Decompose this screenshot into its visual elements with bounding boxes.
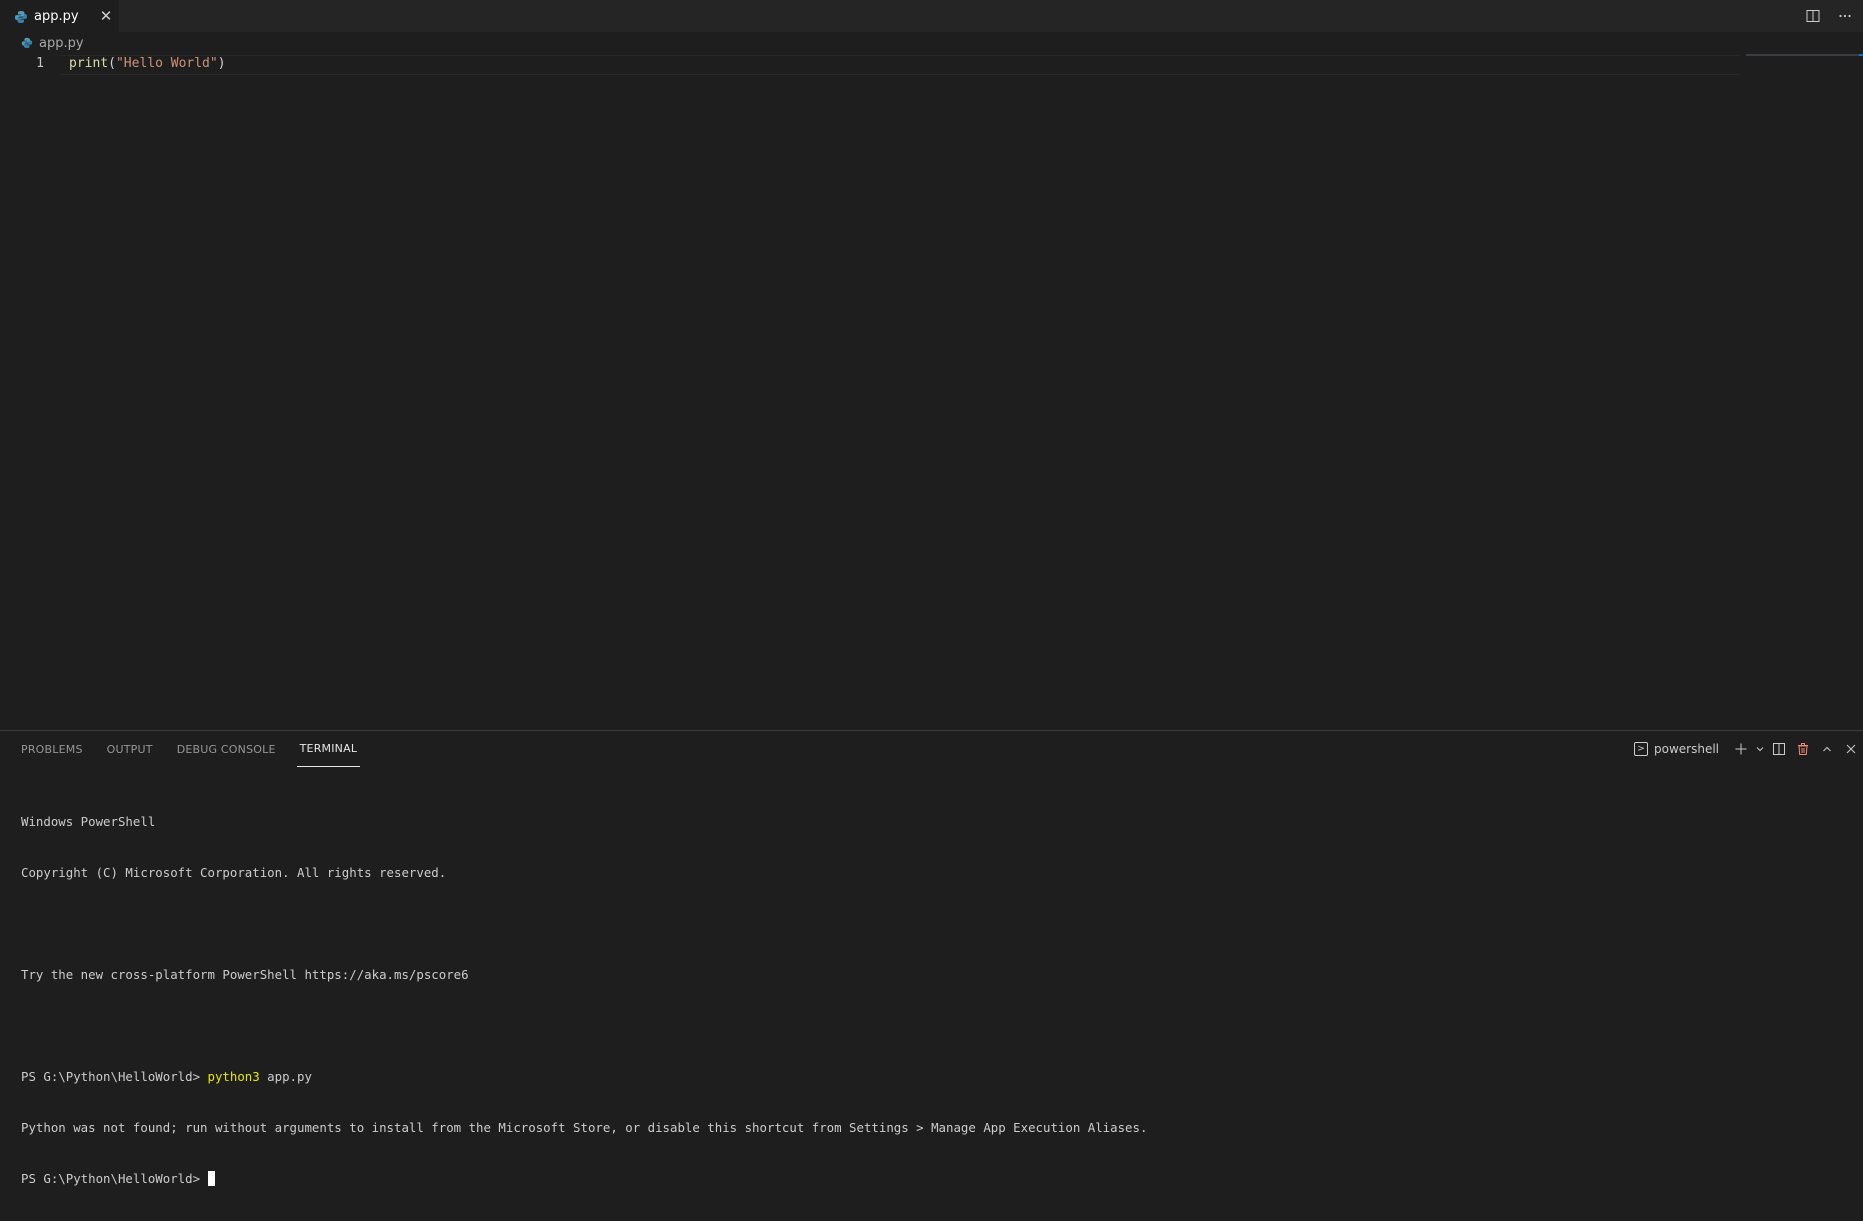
- terminal-error-line: Python was not found; run without argume…: [21, 1120, 1148, 1135]
- tab-output[interactable]: OUTPUT: [107, 731, 153, 767]
- split-terminal-icon[interactable]: [1767, 738, 1791, 760]
- terminal-line: Try the new cross-platform PowerShell ht…: [21, 967, 469, 982]
- code-editor[interactable]: 1 print("Hello World"): [0, 54, 1863, 730]
- terminal-icon: >: [1634, 742, 1648, 756]
- chevron-down-icon[interactable]: [1753, 738, 1767, 760]
- terminal-command-line: PS G:\Python\HelloWorld> python3 app.py: [21, 1068, 1851, 1085]
- code-token-paren-open: (: [108, 56, 116, 71]
- tab-app-py[interactable]: app.py ✕: [0, 0, 119, 32]
- line-number: 1: [36, 56, 44, 71]
- terminal-shell-selector[interactable]: > powershell: [1634, 742, 1719, 756]
- close-icon[interactable]: ✕: [98, 8, 114, 24]
- breadcrumb: app.py: [0, 32, 1863, 54]
- python-icon: [21, 37, 33, 49]
- split-editor-icon[interactable]: [1803, 6, 1823, 26]
- breadcrumb-file[interactable]: app.py: [39, 36, 84, 51]
- terminal-command: python3: [207, 1069, 260, 1084]
- terminal-input-line[interactable]: PS G:\Python\HelloWorld>: [21, 1170, 1851, 1187]
- code-line[interactable]: print("Hello World"): [69, 56, 226, 71]
- editor-tab-bar: app.py ✕: [0, 0, 1863, 32]
- tab-terminal[interactable]: TERMINAL: [296, 731, 361, 767]
- code-token-paren-close: ): [217, 56, 226, 71]
- terminal-cursor: [207, 1171, 215, 1186]
- more-actions-icon[interactable]: [1835, 6, 1855, 26]
- new-terminal-icon[interactable]: [1729, 738, 1753, 760]
- panel-actions: > powershell: [1634, 731, 1863, 767]
- shell-name: powershell: [1654, 742, 1719, 756]
- scrollbar-indicator: [1859, 54, 1863, 56]
- terminal-line: Windows PowerShell: [21, 814, 156, 829]
- minimap-slider[interactable]: [1746, 54, 1863, 56]
- code-token-function: print: [69, 56, 109, 71]
- terminal-prompt: PS G:\Python\HelloWorld>: [21, 1171, 208, 1186]
- tab-debug-console[interactable]: DEBUG CONSOLE: [177, 731, 276, 767]
- chevron-up-icon[interactable]: [1815, 738, 1839, 760]
- trash-icon[interactable]: [1791, 738, 1815, 760]
- panel-tabs: PROBLEMS OUTPUT DEBUG CONSOLE TERMINAL: [0, 731, 363, 767]
- terminal-prompt: PS G:\Python\HelloWorld>: [21, 1069, 208, 1084]
- python-icon: [14, 10, 28, 24]
- current-line-highlight: [60, 55, 1740, 75]
- tab-problems[interactable]: PROBLEMS: [21, 731, 83, 767]
- terminal-line: Copyright (C) Microsoft Corporation. All…: [21, 865, 447, 880]
- code-token-string: "Hello World": [115, 56, 218, 71]
- terminal-output[interactable]: Windows PowerShell Copyright (C) Microso…: [21, 779, 1851, 1221]
- close-panel-icon[interactable]: [1839, 738, 1863, 760]
- tab-label: app.py: [34, 9, 79, 24]
- bottom-panel: PROBLEMS OUTPUT DEBUG CONSOLE TERMINAL >…: [0, 730, 1863, 1186]
- editor-actions: [1803, 6, 1855, 26]
- terminal-command-arg: app.py: [259, 1069, 312, 1084]
